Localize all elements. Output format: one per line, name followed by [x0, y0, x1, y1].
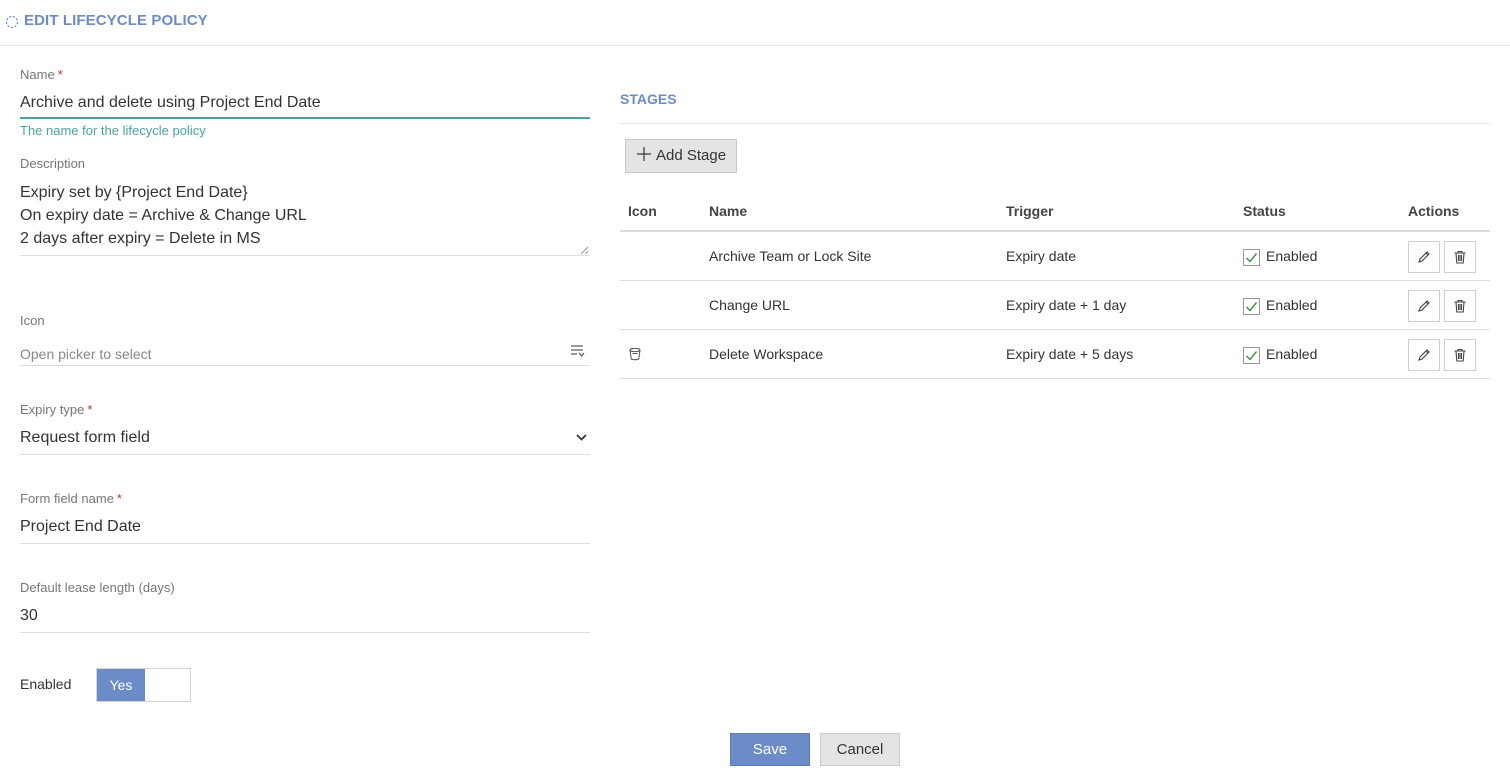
- expiry-type-select[interactable]: Request form field: [20, 429, 150, 447]
- expiry-type-label: Expiry type *: [20, 402, 92, 417]
- status-checkbox[interactable]: [1243, 249, 1260, 266]
- table-row: Change URL Expiry date + 1 day Enabled: [620, 281, 1490, 330]
- stage-name: Archive Team or Lock Site: [709, 248, 872, 264]
- bucket-icon: [629, 347, 641, 361]
- lease-length-input[interactable]: 30: [20, 607, 38, 625]
- column-header-icon: Icon: [628, 203, 657, 219]
- enabled-label: Enabled: [20, 676, 72, 692]
- resize-grip-icon[interactable]: [580, 246, 589, 255]
- checkmark-icon: [1246, 302, 1258, 312]
- form-field-name-label: Form field name *: [20, 491, 122, 506]
- trash-icon: [1454, 299, 1466, 313]
- delete-stage-button[interactable]: [1444, 290, 1476, 322]
- status-label: Enabled: [1266, 346, 1318, 362]
- lease-length-label: Default lease length (days): [20, 580, 175, 595]
- toggle-yes-label: Yes: [97, 669, 145, 701]
- stage-trigger: Expiry date + 5 days: [1006, 346, 1134, 362]
- lease-length-underline: [20, 632, 590, 633]
- icon-picker-underline: [20, 365, 590, 366]
- status-label: Enabled: [1266, 297, 1318, 313]
- stage-trigger: Expiry date + 1 day: [1006, 297, 1127, 313]
- save-button[interactable]: Save: [730, 733, 810, 766]
- add-stage-button[interactable]: Add Stage: [625, 139, 737, 173]
- add-stage-label: Add Stage: [656, 147, 727, 164]
- stage-trigger: Expiry date: [1006, 248, 1077, 264]
- edit-stage-button[interactable]: [1408, 339, 1440, 371]
- name-input[interactable]: Archive and delete using Project End Dat…: [20, 94, 321, 112]
- name-label: Name *: [20, 67, 63, 82]
- checkmark-icon: [1246, 253, 1258, 263]
- form-field-name-underline: [20, 543, 590, 544]
- delete-stage-button[interactable]: [1444, 339, 1476, 371]
- required-mark: *: [87, 402, 93, 417]
- form-field-name-input[interactable]: Project End Date: [20, 518, 141, 536]
- icon-label: Icon: [20, 313, 45, 328]
- stages-divider: [620, 123, 1490, 124]
- cancel-button[interactable]: Cancel: [820, 733, 900, 766]
- name-help-text: The name for the lifecycle policy: [20, 123, 206, 138]
- trash-icon: [1454, 250, 1466, 264]
- table-row: Archive Team or Lock Site Expiry date En…: [620, 232, 1490, 281]
- name-input-underline: [20, 117, 590, 119]
- trash-icon: [1454, 348, 1466, 362]
- edit-stage-button[interactable]: [1408, 241, 1440, 273]
- edit-stage-button[interactable]: [1408, 290, 1440, 322]
- stage-name: Delete Workspace: [709, 346, 824, 362]
- description-textarea[interactable]: Expiry set by {Project End Date} On expi…: [20, 181, 580, 250]
- filter-list-icon[interactable]: [570, 343, 586, 359]
- expiry-type-underline: [20, 454, 590, 455]
- required-mark: *: [57, 67, 63, 82]
- required-mark: *: [116, 491, 122, 506]
- column-header-trigger: Trigger: [1006, 203, 1054, 219]
- description-label: Description: [20, 156, 86, 171]
- column-header-status: Status: [1243, 203, 1286, 219]
- loading-spinner-icon: [5, 15, 19, 29]
- table-row: Delete Workspace Expiry date + 5 days En…: [620, 330, 1490, 379]
- description-underline: [20, 255, 590, 256]
- name-label-text: Name: [20, 67, 55, 82]
- enabled-toggle[interactable]: Yes: [96, 668, 191, 702]
- form-field-name-label-text: Form field name: [20, 491, 114, 506]
- column-header-actions: Actions: [1408, 203, 1460, 219]
- column-header-name: Name: [709, 203, 748, 219]
- icon-picker-input[interactable]: Open picker to select: [20, 346, 152, 362]
- stage-name: Change URL: [709, 297, 790, 313]
- pencil-icon: [1418, 251, 1430, 263]
- delete-stage-button[interactable]: [1444, 241, 1476, 273]
- checkmark-icon: [1246, 351, 1258, 361]
- pencil-icon: [1418, 349, 1430, 361]
- expiry-type-label-text: Expiry type: [20, 402, 85, 417]
- chevron-down-icon[interactable]: [576, 432, 587, 443]
- plus-icon: [637, 147, 651, 161]
- status-label: Enabled: [1266, 248, 1318, 264]
- page-header: EDIT LIFECYCLE POLICY: [0, 0, 1510, 46]
- status-checkbox[interactable]: [1243, 298, 1260, 315]
- page-title: EDIT LIFECYCLE POLICY: [24, 12, 208, 29]
- pencil-icon: [1418, 300, 1430, 312]
- status-checkbox[interactable]: [1243, 347, 1260, 364]
- stages-title: STAGES: [620, 91, 677, 107]
